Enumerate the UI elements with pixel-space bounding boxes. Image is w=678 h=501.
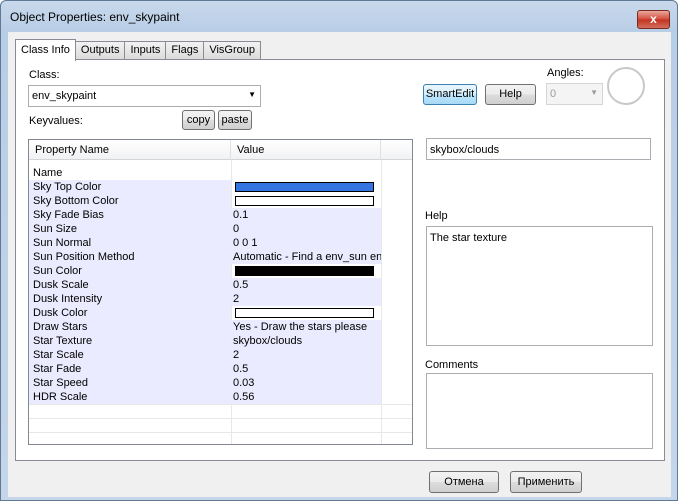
chevron-down-icon: ▼ (590, 88, 598, 97)
table-row[interactable]: Star Speed 0.03 (29, 376, 412, 390)
paste-button[interactable]: paste (218, 110, 252, 130)
property-name-cell: Sun Position Method (29, 250, 231, 264)
title-bar[interactable]: Object Properties: env_skypaint x (1, 1, 677, 31)
comments-text-area[interactable] (426, 373, 653, 449)
property-value-cell: skybox/clouds (231, 334, 381, 348)
color-swatch (235, 196, 374, 206)
table-row[interactable]: Dusk Color (29, 306, 412, 320)
class-label: Class: (29, 69, 60, 81)
property-value-cell: 2 (231, 292, 381, 306)
angles-value: 0 (550, 88, 557, 100)
table-row[interactable]: Sky Fade Bias 0.1 (29, 208, 412, 222)
help-label: Help (425, 210, 448, 222)
property-value-cell: 0.56 (231, 390, 381, 404)
row-divider (29, 418, 412, 419)
table-row[interactable]: Dusk Scale 0.5 (29, 278, 412, 292)
table-row[interactable]: Star Texture skybox/clouds (29, 334, 412, 348)
table-row[interactable]: Name (29, 166, 412, 180)
property-value-cell: 2 (231, 348, 381, 362)
property-value-cell: 0.03 (231, 376, 381, 390)
table-body: Name Sky Top Color Sky Bottom Color Sky Fad… (29, 166, 412, 404)
table-row[interactable]: Sun Position Method Automatic - Find a en… (29, 250, 412, 264)
tab-inputs[interactable]: Inputs (124, 41, 167, 60)
table-row[interactable]: Star Scale 2 (29, 348, 412, 362)
color-swatch (235, 308, 374, 318)
property-value-cell: 0.5 (231, 362, 381, 376)
property-name-cell: HDR Scale (29, 390, 231, 404)
color-swatch (235, 182, 374, 192)
property-value-cell: Automatic - Find a env_sun ent (231, 250, 381, 264)
property-value-cell: Yes - Draw the stars please (231, 320, 381, 334)
property-name-cell: Sky Top Color (29, 180, 231, 194)
color-swatch (235, 266, 374, 276)
property-name-cell: Star Speed (29, 376, 231, 390)
properties-window: Object Properties: env_skypaint x Class … (0, 0, 678, 501)
property-name-cell: Dusk Color (29, 306, 231, 320)
property-name-cell: Sun Normal (29, 236, 231, 250)
property-name-cell: Name (33, 167, 63, 179)
keyvalues-label: Keyvalues: (29, 115, 83, 127)
row-divider (29, 432, 412, 433)
property-value-cell: 0 (231, 222, 381, 236)
tab-outputs[interactable]: Outputs (74, 41, 126, 60)
property-name-cell: Sky Bottom Color (29, 194, 231, 208)
property-value-cell: 0.1 (231, 208, 381, 222)
table-row[interactable]: Dusk Intensity 2 (29, 292, 412, 306)
class-value: env_skypaint (32, 90, 97, 102)
property-name-cell: Star Scale (29, 348, 231, 362)
table-header: Property Name Value (29, 140, 412, 160)
tab-class-info[interactable]: Class Info (15, 39, 76, 61)
table-row[interactable]: HDR Scale 0.56 (29, 390, 412, 404)
smartedit-button[interactable]: SmartEdit (423, 84, 477, 105)
angles-dropdown: 0 ▼ (546, 83, 603, 105)
help-button[interactable]: Help (485, 84, 536, 105)
table-row[interactable]: Sky Top Color (29, 180, 412, 194)
property-name-cell: Sky Fade Bias (29, 208, 231, 222)
apply-button[interactable]: Применить (510, 471, 582, 493)
property-value-cell: 0 0 1 (231, 236, 381, 250)
column-header-value[interactable]: Value (231, 140, 381, 160)
chevron-down-icon: ▼ (248, 90, 256, 99)
column-header-property-name[interactable]: Property Name (29, 140, 231, 160)
angle-dial-icon[interactable] (607, 67, 645, 105)
table-row[interactable]: Sun Size 0 (29, 222, 412, 236)
value-edit-field[interactable]: skybox/clouds (426, 138, 651, 160)
table-row[interactable]: Star Fade 0.5 (29, 362, 412, 376)
close-button[interactable]: x (637, 10, 670, 29)
table-row[interactable]: Draw Stars Yes - Draw the stars please (29, 320, 412, 334)
property-name-cell: Star Fade (29, 362, 231, 376)
copy-button[interactable]: copy (182, 110, 215, 130)
window-title: Object Properties: env_skypaint (10, 10, 180, 24)
class-dropdown[interactable]: env_skypaint ▼ (28, 85, 261, 107)
help-text-box: The star texture (426, 226, 653, 346)
dialog-client: Class Info Outputs Inputs Flags VisGroup… (8, 32, 671, 497)
tab-strip: Class Info Outputs Inputs Flags VisGroup (15, 39, 261, 61)
row-divider (29, 404, 412, 405)
keyvalues-table: Property Name Value Name Sky Top Color Sky… (28, 139, 413, 445)
property-value-cell: 0.5 (231, 278, 381, 292)
property-name-cell: Dusk Scale (29, 278, 231, 292)
property-name-cell: Sun Color (29, 264, 231, 278)
property-name-cell: Draw Stars (29, 320, 231, 334)
table-row[interactable]: Sky Bottom Color (29, 194, 412, 208)
tab-flags[interactable]: Flags (165, 41, 205, 60)
tab-visgroup[interactable]: VisGroup (203, 41, 261, 60)
table-row[interactable]: Sun Color (29, 264, 412, 278)
comments-label: Comments (425, 359, 479, 371)
property-name-cell: Dusk Intensity (29, 292, 231, 306)
angles-label: Angles: (547, 67, 584, 79)
table-row[interactable]: Sun Normal 0 0 1 (29, 236, 412, 250)
cancel-button[interactable]: Отмена (429, 471, 499, 493)
property-name-cell: Star Texture (29, 334, 231, 348)
property-name-cell: Sun Size (29, 222, 231, 236)
